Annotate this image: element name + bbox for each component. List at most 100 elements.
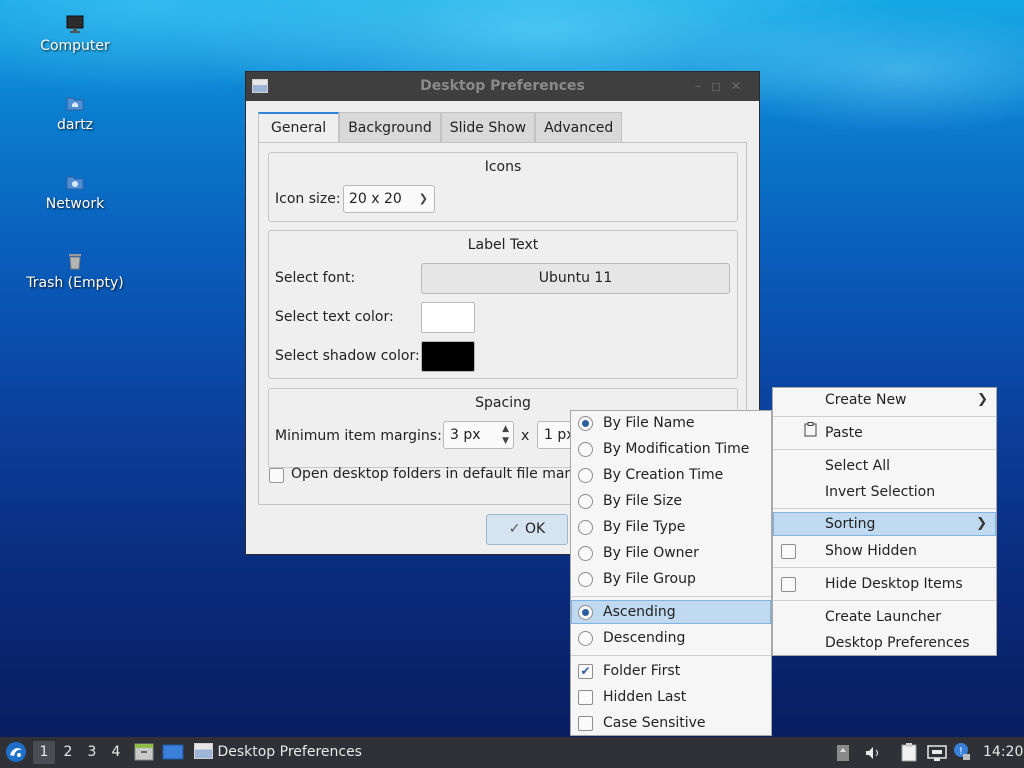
tab-advanced[interactable]: Advanced xyxy=(535,112,623,142)
sorting-submenu: By File Name By Modification Time By Cre… xyxy=(570,410,772,736)
sort-by-file-group[interactable]: By File Group xyxy=(571,567,771,591)
radio-button[interactable] xyxy=(578,520,593,535)
icon-size-select[interactable]: 20 x 20 ❯ xyxy=(343,185,435,213)
menu-item-label: By File Size xyxy=(603,493,682,509)
sort-by-modification-time[interactable]: By Modification Time xyxy=(571,437,771,461)
menu-item-select-all[interactable]: Select All xyxy=(773,454,996,478)
minimize-icon[interactable]: – xyxy=(695,79,711,93)
icons-group-title: Icons xyxy=(484,159,522,175)
desktop-icon-label: Computer xyxy=(40,38,110,54)
radio-button[interactable] xyxy=(578,442,593,457)
desktop-icon xyxy=(162,744,184,760)
sort-descending[interactable]: Descending xyxy=(571,626,771,650)
hidden-last-checkbox[interactable] xyxy=(578,690,593,705)
menu-item-label: Folder First xyxy=(603,663,681,679)
radio-button[interactable] xyxy=(578,494,593,509)
menu-separator xyxy=(773,508,996,509)
margin-x-value: 3 px xyxy=(450,427,481,443)
workspace-3[interactable]: 3 xyxy=(81,741,103,764)
select-shadow-color-label: Select shadow color: xyxy=(275,348,420,364)
tab-background[interactable]: Background xyxy=(339,112,441,142)
spin-arrows-icon[interactable]: ▲ ▼ xyxy=(502,422,509,447)
desktop-icon-trash[interactable]: Trash (Empty) xyxy=(10,251,140,291)
option-hidden-last[interactable]: Hidden Last xyxy=(571,685,771,709)
maximize-icon[interactable]: ◻ xyxy=(711,79,731,93)
case-sensitive-checkbox[interactable] xyxy=(578,716,593,731)
tab-slide-show[interactable]: Slide Show xyxy=(440,112,536,142)
tab-bar: General Background Slide Show Advanced xyxy=(258,112,623,143)
menu-separator xyxy=(773,449,996,450)
menu-separator xyxy=(571,596,771,597)
radio-button[interactable] xyxy=(578,605,593,620)
menu-item-label: By File Name xyxy=(603,415,695,431)
checkmark-icon: ✓ xyxy=(508,521,521,537)
menu-item-label: Paste xyxy=(825,425,863,441)
menu-separator xyxy=(773,416,996,417)
menu-item-label: Create Launcher xyxy=(825,609,942,625)
text-color-button[interactable] xyxy=(421,302,475,333)
sort-by-file-name[interactable]: By File Name xyxy=(571,411,771,435)
tray-updates-icon[interactable] xyxy=(836,743,850,761)
workspace-1[interactable]: 1 xyxy=(33,741,55,764)
radio-button[interactable] xyxy=(578,572,593,587)
clock[interactable]: 14:20 xyxy=(983,737,1023,768)
option-folder-first[interactable]: ✔ Folder First xyxy=(571,659,771,683)
show-desktop-button[interactable] xyxy=(162,742,184,762)
folder-first-checkbox[interactable]: ✔ xyxy=(578,664,593,679)
trash-icon xyxy=(69,254,81,270)
menu-separator xyxy=(773,567,996,568)
minimum-item-margins-label: Minimum item margins: xyxy=(275,428,442,444)
radio-button[interactable] xyxy=(578,631,593,646)
volume-icon[interactable] xyxy=(864,743,882,761)
option-case-sensitive[interactable]: Case Sensitive xyxy=(571,711,771,735)
menu-item-paste[interactable]: Paste xyxy=(773,421,996,445)
sort-by-file-owner[interactable]: By File Owner xyxy=(571,541,771,565)
icons-group: Icons Icon size: 20 x 20 ❯ xyxy=(268,152,738,222)
menu-item-label: Hidden Last xyxy=(603,689,687,705)
hide-desktop-items-checkbox[interactable] xyxy=(781,577,796,592)
radio-button[interactable] xyxy=(578,416,593,431)
sort-ascending[interactable]: Ascending xyxy=(571,600,771,624)
radio-button[interactable] xyxy=(578,546,593,561)
ok-button[interactable]: ✓ OK xyxy=(486,514,568,545)
notification-icon[interactable]: ! xyxy=(953,742,971,762)
workspace-4[interactable]: 4 xyxy=(105,741,127,764)
spacing-group-title: Spacing xyxy=(475,395,531,411)
menu-item-create-new[interactable]: Create New ❯ xyxy=(773,388,996,412)
desktop-icon-home[interactable]: dartz xyxy=(10,93,140,133)
margin-x-spinbox[interactable]: 3 px ▲ ▼ xyxy=(443,421,514,449)
network-status-icon[interactable] xyxy=(927,743,947,761)
lubuntu-logo-icon xyxy=(6,742,26,762)
show-hidden-checkbox[interactable] xyxy=(781,544,796,559)
sort-by-file-type[interactable]: By File Type xyxy=(571,515,771,539)
menu-item-label: By Creation Time xyxy=(603,467,724,483)
window-titlebar[interactable]: Desktop Preferences –◻✕ xyxy=(246,72,759,101)
start-menu-button[interactable] xyxy=(5,741,27,764)
menu-item-hide-desktop-items[interactable]: Hide Desktop Items xyxy=(773,572,996,596)
tab-general[interactable]: General xyxy=(258,112,340,143)
menu-item-label: By File Group xyxy=(603,571,696,587)
desktop-icon-network[interactable]: Network xyxy=(10,172,140,212)
clipboard-tray-icon[interactable] xyxy=(900,742,918,762)
file-manager-launcher[interactable] xyxy=(134,742,154,762)
sort-by-file-size[interactable]: By File Size xyxy=(571,489,771,513)
select-font-button[interactable]: Ubuntu 11 xyxy=(421,263,730,294)
menu-separator xyxy=(773,600,996,601)
menu-item-create-launcher[interactable]: Create Launcher xyxy=(773,605,996,629)
menu-item-sorting[interactable]: Sorting ❯ xyxy=(773,512,996,536)
radio-button[interactable] xyxy=(578,468,593,483)
workspace-2[interactable]: 2 xyxy=(57,741,79,764)
taskbar: 1 2 3 4 Desktop Preferences ! 14:20 xyxy=(0,737,1024,768)
select-font-label: Select font: xyxy=(275,270,356,286)
shadow-color-button[interactable] xyxy=(421,341,475,372)
menu-item-show-hidden[interactable]: Show Hidden xyxy=(773,539,996,563)
task-desktop-preferences[interactable]: Desktop Preferences xyxy=(194,737,394,768)
close-icon[interactable]: ✕ xyxy=(731,79,751,93)
desktop-icon-computer[interactable]: Computer xyxy=(10,14,140,54)
menu-separator xyxy=(571,655,771,656)
menu-item-desktop-preferences[interactable]: Desktop Preferences xyxy=(773,631,996,655)
label-text-group-title: Label Text xyxy=(467,237,539,253)
open-in-file-manager-checkbox[interactable] xyxy=(269,468,284,483)
menu-item-invert-selection[interactable]: Invert Selection xyxy=(773,480,996,504)
sort-by-creation-time[interactable]: By Creation Time xyxy=(571,463,771,487)
